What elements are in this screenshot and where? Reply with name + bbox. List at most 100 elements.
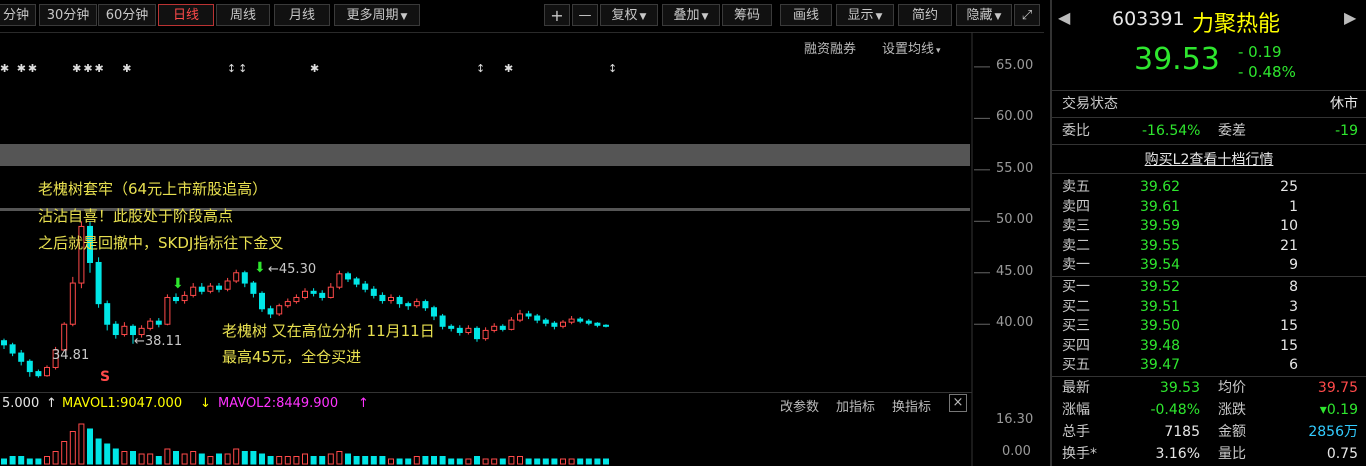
mavol1-label: MAVOL1:9047.000: [62, 396, 183, 411]
zoom-out-button[interactable]: —: [572, 4, 598, 26]
stats-row: 换手* 3.16% 量比 0.75: [1052, 444, 1366, 464]
bid-row[interactable]: 买二 39.51 3: [1052, 297, 1366, 317]
volume-bar: [396, 458, 403, 465]
volume-bar: [207, 456, 214, 465]
candle-body: [164, 296, 171, 325]
adjust-dropdown[interactable]: 复权 ▼: [600, 4, 658, 26]
zoom-in-button[interactable]: +: [544, 4, 570, 26]
divider: [1052, 117, 1366, 118]
draw-line-button[interactable]: 画线: [780, 4, 832, 26]
candle-body: [482, 329, 489, 340]
mavol2-label: MAVOL2:8449.900: [218, 396, 339, 411]
volume-bar: [121, 451, 128, 465]
volume-bar: [233, 448, 240, 465]
period-weekly[interactable]: 周线: [216, 4, 270, 26]
ask-price: 39.55: [1140, 237, 1181, 254]
set-ma-label: 设置均线: [882, 42, 935, 57]
stat-label: 量比: [1218, 446, 1246, 462]
candle-body: [1, 340, 7, 346]
up-arrow-icon: ↑: [358, 396, 369, 411]
margin-trading-link[interactable]: 融资融券: [804, 38, 856, 57]
volume-bar: [465, 458, 472, 465]
period-monthly[interactable]: 月线: [274, 4, 330, 26]
candle-body: [224, 280, 231, 290]
volume-bar: [173, 451, 179, 465]
candle-body: [439, 315, 446, 327]
volume-bar: [224, 453, 231, 465]
volume-bar: [155, 456, 162, 465]
bid-row[interactable]: 买四 39.48 15: [1052, 336, 1366, 356]
event-marker[interactable]: ↕: [476, 62, 485, 75]
candle-body: [405, 303, 412, 307]
ask-row[interactable]: 卖五 39.62 25: [1052, 177, 1366, 197]
candle-body: [491, 325, 498, 331]
volume-bar: [594, 458, 601, 465]
candle-body: [310, 290, 317, 294]
candle-body: [181, 294, 188, 302]
candle-body: [448, 325, 455, 329]
ask-row[interactable]: 卖一 39.54 9: [1052, 255, 1366, 275]
divider: [1052, 173, 1366, 174]
close-icon[interactable]: ×: [949, 394, 967, 412]
volume-bar: [517, 456, 523, 465]
candle-body: [104, 303, 111, 325]
event-marker[interactable]: ✱: [504, 62, 513, 75]
next-stock-icon[interactable]: ▶: [1344, 8, 1356, 27]
ask-row[interactable]: 卖四 39.61 1: [1052, 197, 1366, 217]
chevron-down-icon: ▼: [639, 12, 647, 22]
period-more-dropdown[interactable]: 更多周期 ▼: [334, 4, 420, 26]
volume-header: 5.000 ↑ MAVOL1:9047.000 ↓ MAVOL2:8449.90…: [0, 392, 972, 415]
volume-bar: [319, 456, 326, 465]
hide-dropdown[interactable]: 隐藏 ▼: [956, 4, 1012, 26]
ask-row[interactable]: 卖三 39.59 10: [1052, 216, 1366, 236]
simple-button[interactable]: 简约: [898, 4, 952, 26]
last-price: 39.53: [1134, 42, 1220, 77]
event-marker[interactable]: ↕: [608, 62, 617, 75]
stat-value: 39.75: [1317, 380, 1358, 396]
add-indicator-button[interactable]: 加指标: [836, 396, 875, 415]
volume-bar: [259, 453, 265, 465]
chips-button[interactable]: 筹码: [722, 4, 772, 26]
sell-signal-icon[interactable]: S: [100, 369, 110, 385]
bid-row[interactable]: 买一 39.52 8: [1052, 277, 1366, 297]
buy-l2-link[interactable]: 购买L2查看十档行情: [1145, 152, 1274, 168]
candle-body: [388, 296, 394, 302]
candle-body: [465, 327, 472, 333]
switch-indicator-button[interactable]: 换指标: [892, 396, 931, 415]
bid-diff-label: 委差: [1218, 123, 1246, 139]
stats-row: 总手 7185 金额 2856万: [1052, 422, 1366, 442]
period-1min[interactable]: 分钟: [0, 4, 36, 26]
candle-body: [35, 371, 42, 377]
candle-body: [284, 301, 291, 307]
period-30min[interactable]: 30分钟: [39, 4, 97, 26]
set-ma-dropdown[interactable]: 设置均线 ▾: [882, 38, 941, 57]
volume-bar: [448, 458, 455, 465]
volume-bar: [181, 453, 188, 465]
volume-bar: [413, 456, 420, 465]
event-marker[interactable]: ✱: [310, 62, 319, 75]
ask-row[interactable]: 卖二 39.55 21: [1052, 236, 1366, 256]
volume-bar: [568, 458, 575, 465]
edit-params-button[interactable]: 改参数: [780, 396, 819, 415]
volume-bar: [302, 453, 308, 465]
ask-level-label: 卖二: [1062, 237, 1090, 254]
overlay-dropdown[interactable]: 叠加 ▼: [662, 4, 720, 26]
ask-level-label: 卖三: [1062, 218, 1090, 235]
bid-row[interactable]: 买五 39.47 6: [1052, 355, 1366, 375]
volume-bar: [267, 456, 274, 465]
down-arrow-icon: ↓: [200, 396, 211, 411]
expand-icon[interactable]: ⤢: [1014, 4, 1040, 26]
volume-value: 5.000: [2, 396, 40, 411]
trade-status-label: 交易状态: [1062, 96, 1118, 112]
event-markers[interactable]: ✱ ✱✱ ✱✱✱ ✱ ↕↕: [0, 62, 249, 75]
volume-bar: [61, 441, 68, 465]
volume-bar: [405, 458, 412, 465]
period-daily[interactable]: 日线: [158, 4, 214, 26]
bid-row[interactable]: 买三 39.50 15: [1052, 316, 1366, 336]
display-dropdown[interactable]: 显示 ▼: [836, 4, 894, 26]
volume-bar: [456, 458, 463, 465]
prev-stock-icon[interactable]: ◀: [1058, 8, 1070, 27]
period-60min[interactable]: 60分钟: [98, 4, 156, 26]
candle-body: [198, 286, 205, 292]
volume-bar: [491, 458, 498, 465]
